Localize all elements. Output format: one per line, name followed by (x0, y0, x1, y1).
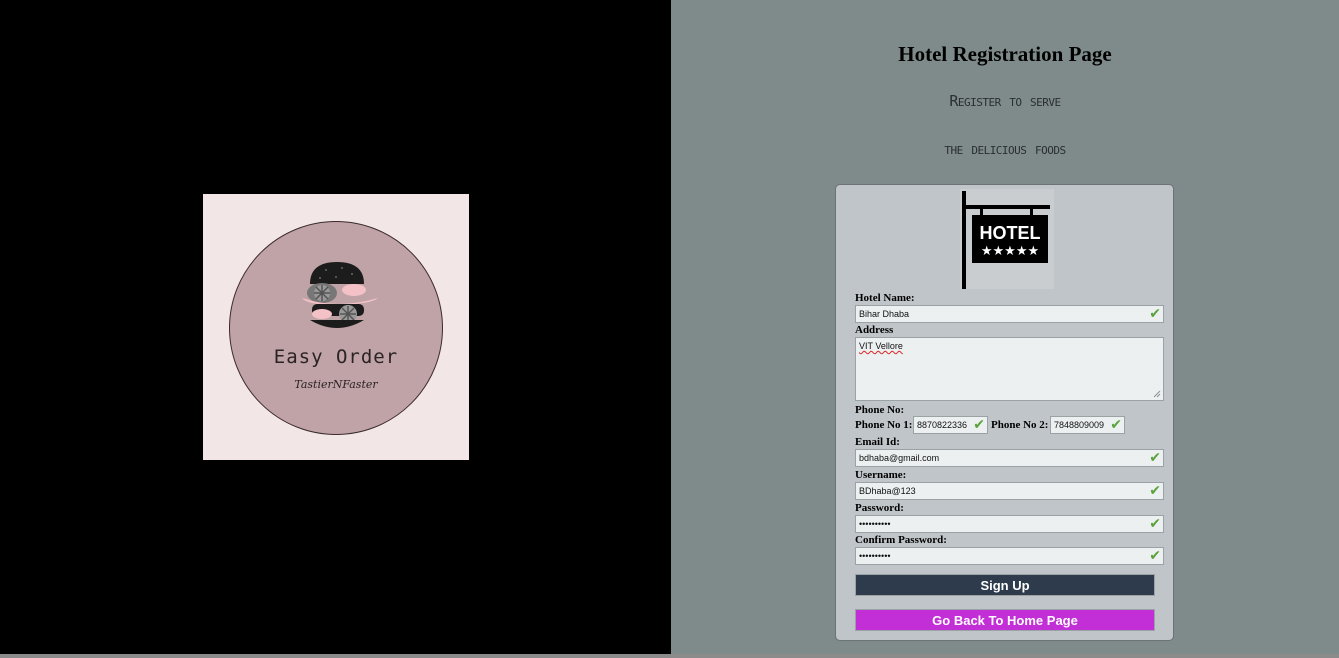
logo-subtitle: TastierNFaster (294, 378, 378, 391)
hotel-name-label: Hotel Name: (855, 292, 915, 304)
left-panel: Easy Order TastierNFaster (0, 0, 671, 654)
phone2-value: 7848809009 (1054, 420, 1105, 430)
email-value: bdhaba@gmail.com (859, 453, 940, 463)
username-label: Username: (855, 469, 907, 481)
sign-stars: ★★★★★ (981, 244, 1039, 259)
valid-check-icon: ✔ (1149, 483, 1161, 499)
phone1-input[interactable]: 8870822336 ✔ (913, 416, 988, 434)
phone2-label: Phone No 2: (991, 419, 1049, 431)
home-page-button[interactable]: Go Back To Home Page (855, 609, 1155, 631)
valid-check-icon: ✔ (1110, 417, 1122, 433)
hotel-name-value: Bihar Dhaba (859, 309, 910, 319)
address-label: Address (855, 324, 894, 336)
logo-card: Easy Order TastierNFaster (203, 194, 469, 460)
email-label: Email Id: (855, 436, 900, 448)
username-value: BDhaba@123 (859, 486, 916, 496)
confirm-password-label: Confirm Password: (855, 534, 947, 546)
address-value: VIT Vellore (859, 341, 903, 351)
resize-handle-icon[interactable] (1153, 390, 1161, 398)
sign-text: HOTEL (980, 223, 1041, 243)
password-label: Password: (855, 502, 904, 514)
valid-check-icon: ✔ (1149, 548, 1161, 564)
logo-title: Easy Order (273, 346, 399, 368)
tagline-2: the delicious foods (944, 140, 1066, 158)
tagline-1: Register to serve (949, 92, 1061, 110)
address-textarea[interactable]: VIT Vellore (855, 337, 1164, 401)
phone1-value: 8870822336 (917, 420, 968, 430)
valid-check-icon: ✔ (1149, 516, 1161, 532)
logo-circle: Easy Order TastierNFaster (229, 221, 443, 435)
phone2-input[interactable]: 7848809009 ✔ (1050, 416, 1125, 434)
page-title: Hotel Registration Page (898, 42, 1112, 66)
hotel-name-input[interactable]: Bihar Dhaba ✔ (855, 305, 1164, 323)
sign-up-button[interactable]: Sign Up (855, 574, 1155, 596)
phone1-label: Phone No 1: (855, 419, 913, 431)
username-input[interactable]: BDhaba@123 ✔ (855, 482, 1164, 500)
valid-check-icon: ✔ (973, 417, 985, 433)
phone-label: Phone No: (855, 404, 905, 416)
registration-form: HOTEL ★★★★★ Hotel Name: Bihar Dhaba ✔ Ad… (835, 184, 1174, 641)
hotel-sign-icon: HOTEL ★★★★★ (960, 189, 1054, 289)
confirm-password-value: •••••••••• (859, 551, 891, 561)
password-input[interactable]: •••••••••• ✔ (855, 515, 1164, 533)
password-value: •••••••••• (859, 519, 891, 529)
bottom-strip (0, 654, 1339, 658)
email-input[interactable]: bdhaba@gmail.com ✔ (855, 449, 1164, 467)
confirm-password-input[interactable]: •••••••••• ✔ (855, 547, 1164, 565)
valid-check-icon: ✔ (1149, 450, 1161, 466)
valid-check-icon: ✔ (1149, 306, 1161, 322)
burger-icon (302, 262, 378, 328)
